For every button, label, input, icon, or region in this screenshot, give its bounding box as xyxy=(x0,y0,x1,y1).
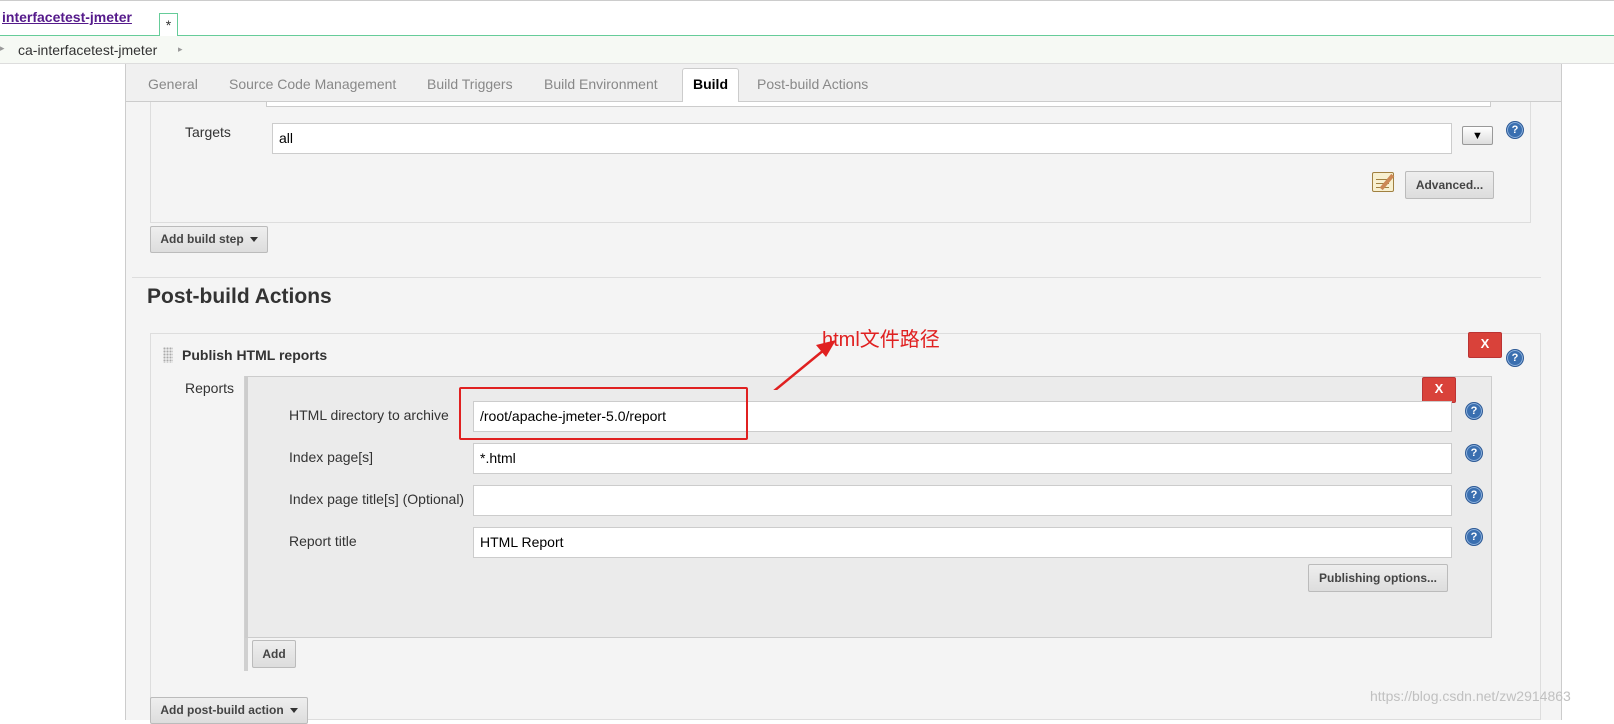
section-divider xyxy=(132,277,1541,278)
watermark: https://blog.csdn.net/zw2914863 xyxy=(1370,688,1571,704)
advanced-button[interactable]: Advanced... xyxy=(1405,171,1494,199)
drag-handle-icon[interactable] xyxy=(163,347,173,363)
add-build-step-label: Add build step xyxy=(160,232,244,246)
add-build-step-button[interactable]: Add build step xyxy=(150,226,268,253)
reports-label: Reports xyxy=(185,380,235,396)
index-page-titles-label: Index page title[s] (Optional) xyxy=(289,491,465,507)
tab-build-triggers[interactable]: Build Triggers xyxy=(427,76,513,92)
unsaved-tab-marker[interactable]: * xyxy=(159,13,178,36)
tab-build-environment[interactable]: Build Environment xyxy=(544,76,658,92)
publish-html-reports-title: Publish HTML reports xyxy=(182,347,328,363)
annotation-label: html文件路径 xyxy=(822,329,940,351)
targets-input[interactable]: all xyxy=(272,123,1452,154)
dropdown-caret-icon xyxy=(249,237,258,243)
html-directory-label: HTML directory to archive xyxy=(289,407,449,423)
targets-expand-button[interactable]: ▼ xyxy=(1462,126,1493,145)
job-name-link[interactable]: interfacetest-jmeter xyxy=(2,9,132,25)
index-pages-label: Index page[s] xyxy=(289,449,374,465)
build-step-section xyxy=(150,102,1531,223)
report-title-help-icon[interactable]: ? xyxy=(1465,528,1483,546)
tab-post-build-actions[interactable]: Post-build Actions xyxy=(757,76,868,92)
targets-label: Targets xyxy=(185,124,231,140)
add-post-build-action-label: Add post-build action xyxy=(160,703,284,717)
notepad-icon xyxy=(1372,172,1395,192)
job-header-bar xyxy=(0,0,1614,36)
targets-help-icon[interactable]: ? xyxy=(1506,121,1524,139)
index-page-titles-help-icon[interactable]: ? xyxy=(1465,486,1483,504)
dropdown-caret-icon xyxy=(289,708,298,714)
index-page-titles-input[interactable] xyxy=(473,485,1452,516)
tab-general[interactable]: General xyxy=(148,76,198,92)
breadcrumb-item[interactable]: ca-interfacetest-jmeter xyxy=(18,42,157,58)
breadcrumb xyxy=(0,36,1614,64)
publishing-options-button[interactable]: Publishing options... xyxy=(1308,564,1448,592)
tab-source-code-management[interactable]: Source Code Management xyxy=(229,76,396,92)
breadcrumb-arrow-icon: ▸ xyxy=(0,43,5,53)
index-pages-input[interactable]: *.html xyxy=(473,443,1452,474)
report-title-label: Report title xyxy=(289,533,357,549)
index-pages-help-icon[interactable]: ? xyxy=(1465,444,1483,462)
html-directory-help-icon[interactable]: ? xyxy=(1465,402,1483,420)
add-report-button[interactable]: Add xyxy=(252,640,296,668)
delete-report-button[interactable]: X xyxy=(1422,377,1456,403)
annotation-highlight-box xyxy=(459,387,748,440)
post-build-heading: Post-build Actions xyxy=(147,285,332,308)
breadcrumb-chevron-icon[interactable]: ▸ xyxy=(178,44,183,55)
previous-field-input[interactable] xyxy=(266,102,1491,107)
delete-post-build-button[interactable]: X xyxy=(1468,332,1502,358)
tab-build[interactable]: Build xyxy=(682,68,739,103)
report-title-input[interactable]: HTML Report xyxy=(473,527,1452,558)
publish-help-icon[interactable]: ? xyxy=(1506,349,1524,367)
